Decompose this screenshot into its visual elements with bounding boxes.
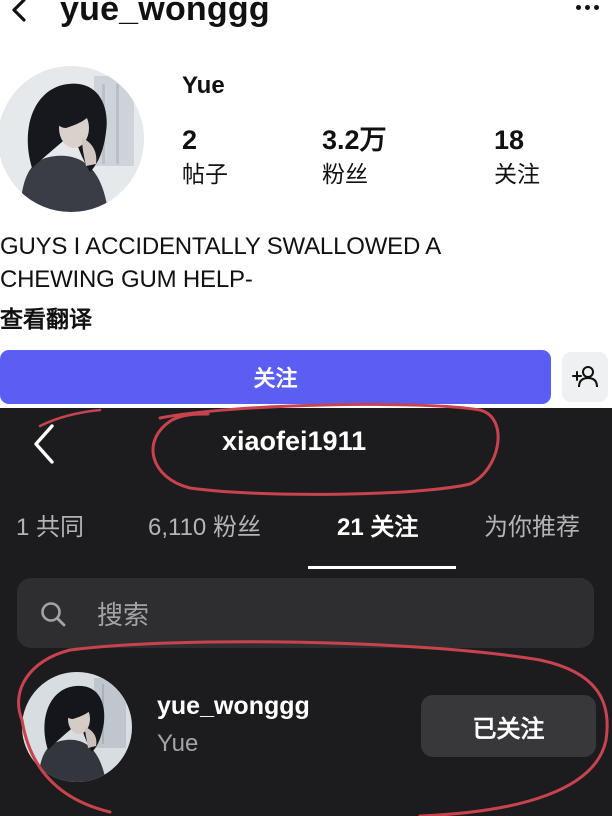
add-user-icon (572, 366, 598, 388)
posts-count: 2 (182, 125, 198, 155)
bio-line: CHEWING GUM HELP- (0, 266, 253, 293)
search-input[interactable]: 搜索 (17, 578, 594, 648)
posts-label: 帖子 (182, 161, 228, 187)
following-button[interactable]: 已关注 (421, 695, 596, 757)
profile-username: yue_wonggg (60, 0, 270, 28)
following-stat[interactable]: 18 关注 (494, 124, 540, 190)
tab-following[interactable]: 21 关注 (337, 508, 418, 548)
list-item-username[interactable]: yue_wonggg (157, 692, 310, 721)
follow-button[interactable]: 关注 (0, 350, 551, 404)
tab-suggested[interactable]: 为你推荐 (484, 508, 580, 548)
following-list-screenshot-dark: xiaofei1911 1 共同 6,110 粉丝 21 关注 为你推荐 搜索 … (0, 408, 612, 816)
see-translation-link[interactable]: 查看翻译 (0, 300, 92, 334)
more-dots-icon[interactable] (576, 0, 604, 14)
back-chevron-icon[interactable] (6, 0, 34, 26)
avatar[interactable] (22, 672, 132, 782)
tab-mutual[interactable]: 1 共同 (16, 508, 84, 548)
bio-line: GUYS I ACCIDENTALLY SWALLOWED A (0, 233, 442, 260)
display-name: Yue (182, 72, 225, 99)
avatar[interactable] (0, 66, 144, 212)
following-label: 关注 (494, 161, 540, 187)
back-chevron-icon[interactable] (30, 422, 60, 466)
following-count: 18 (494, 125, 525, 155)
profile-screenshot-light: yue_wonggg Yue 2 帖子 3.2万 粉丝 18 关注 GUYS I… (0, 0, 612, 408)
suggest-users-button[interactable] (562, 352, 608, 402)
followers-count: 3.2万 (322, 125, 387, 155)
bio-text: GUYS I ACCIDENTALLY SWALLOWED A CHEWING … (0, 230, 560, 296)
tab-followers[interactable]: 6,110 粉丝 (148, 508, 261, 548)
search-icon (41, 602, 66, 627)
active-tab-indicator (308, 566, 456, 569)
list-owner-username: xiaofei1911 (222, 426, 367, 456)
tab-bar: 1 共同 6,110 粉丝 21 关注 为你推荐 (0, 508, 612, 552)
followers-label: 粉丝 (322, 161, 368, 187)
followers-stat[interactable]: 3.2万 粉丝 (322, 124, 387, 190)
list-item-display-name: Yue (157, 730, 199, 757)
posts-stat[interactable]: 2 帖子 (182, 124, 228, 190)
search-placeholder: 搜索 (97, 600, 150, 630)
